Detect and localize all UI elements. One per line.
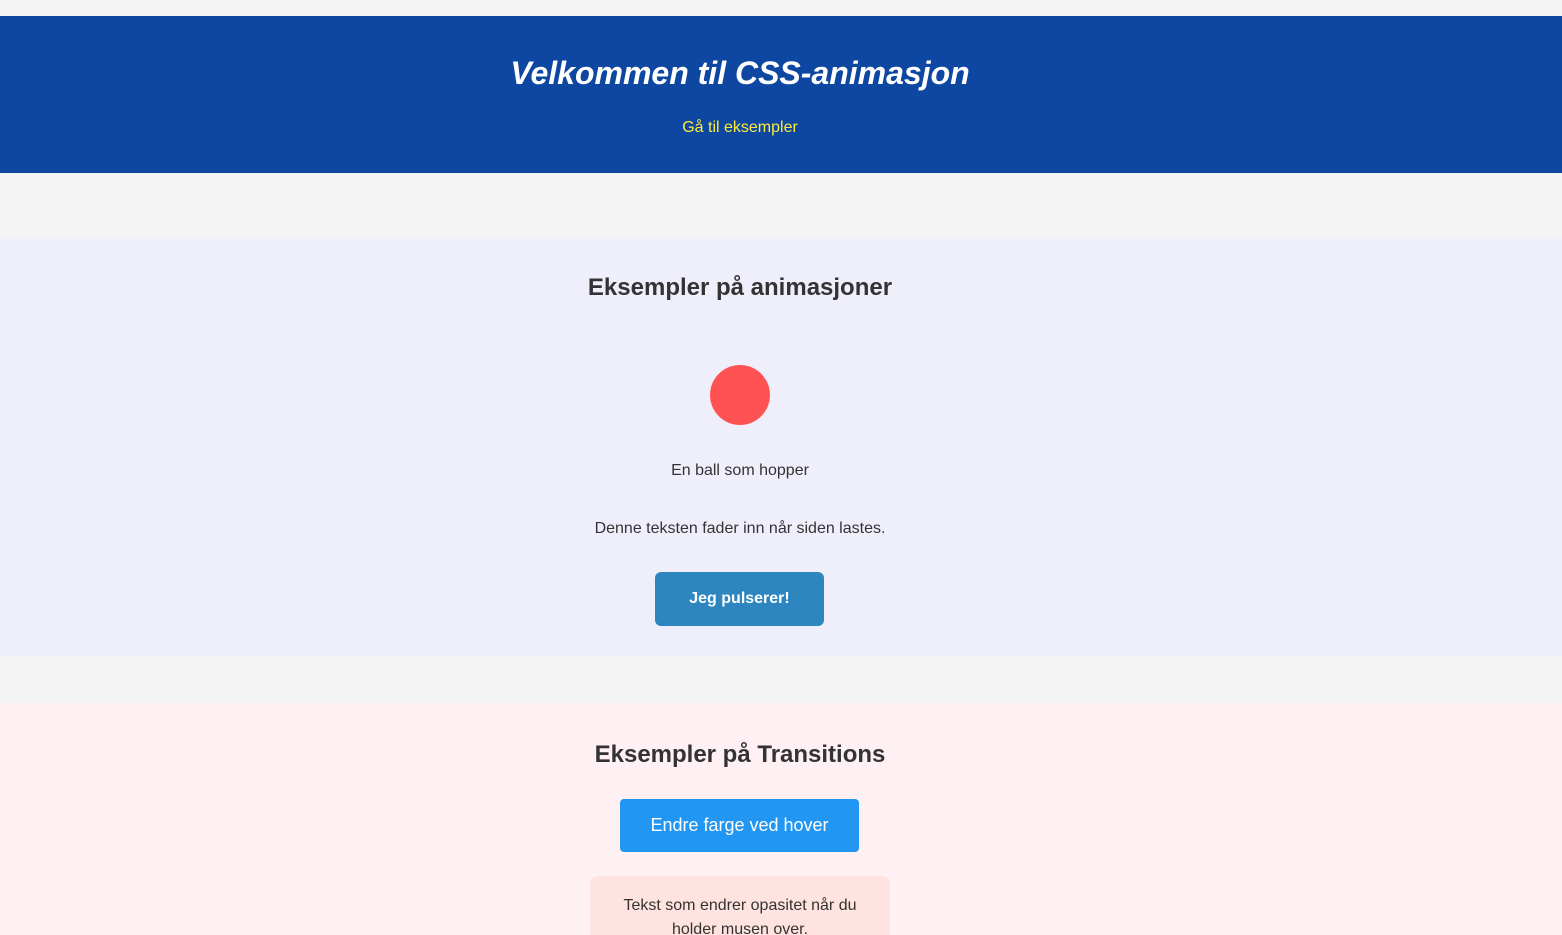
pulse-button[interactable]: Jeg pulserer! (655, 572, 824, 626)
animations-section: Eksempler på animasjoner En ball som hop… (0, 237, 1562, 656)
transitions-section: Eksempler på Transitions Endre farge ved… (0, 703, 1562, 935)
color-hover-button[interactable]: Endre farge ved hover (620, 799, 859, 852)
site-header: Velkommen til CSS-animasjon Gå til eksem… (0, 16, 1562, 173)
ball-caption: En ball som hopper (671, 462, 809, 479)
animations-heading: Eksempler på animasjoner (587, 274, 893, 301)
bouncing-ball (710, 365, 770, 425)
transitions-heading: Eksempler på Transitions (594, 741, 886, 768)
page: Velkommen til CSS-animasjon Gå til eksem… (0, 0, 1562, 935)
page-title: Velkommen til CSS-animasjon (510, 55, 970, 91)
fade-in-text: Denne teksten fader inn når siden lastes… (594, 520, 886, 537)
opacity-hover-box[interactable]: Tekst som endrer opasitet når du holder … (590, 876, 890, 935)
examples-link[interactable]: Gå til eksempler (0, 118, 1480, 138)
